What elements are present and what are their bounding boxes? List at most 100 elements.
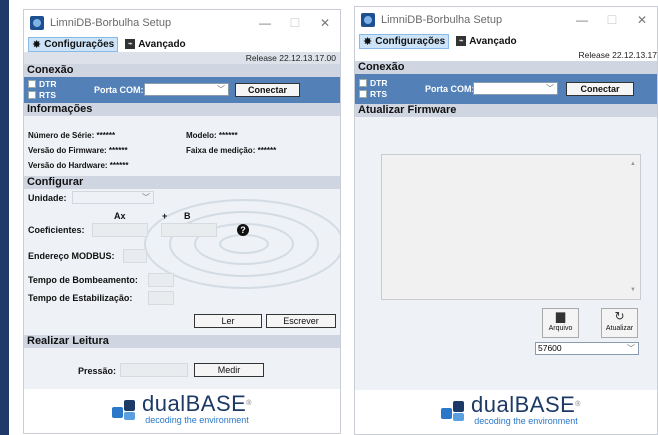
- menu-configuracoes-label: Configurações: [375, 35, 446, 47]
- refresh-icon: ↻: [614, 309, 625, 323]
- modbus-label: Endereço MODBUS:: [28, 251, 115, 261]
- versao-hardware: Versão do Hardware: ******: [28, 161, 129, 170]
- dtr-checkbox[interactable]: [359, 79, 367, 87]
- maximize-icon: ☐: [606, 13, 618, 27]
- porta-com-label: Porta COM:: [425, 84, 475, 94]
- advanced-icon: ⌁: [125, 39, 136, 49]
- logo-tagline: decoding the environment: [145, 415, 249, 425]
- conexao-panel: DTR RTS Porta COM: ﹀ Conectar: [355, 74, 657, 104]
- bombeamento-label: Tempo de Bombeamento:: [28, 275, 138, 285]
- baudrate-select[interactable]: 57600 ﹀: [535, 342, 639, 355]
- modbus-input[interactable]: [123, 249, 147, 263]
- conexao-panel: DTR RTS Porta COM: ﹀ Conectar: [24, 77, 340, 103]
- scroll-up-icon[interactable]: ▲: [630, 161, 636, 167]
- conexao-heading: Conexão: [24, 64, 340, 77]
- atualizar-button[interactable]: ↻ Atualizar: [601, 308, 638, 338]
- coef-b-label: B: [184, 211, 191, 221]
- scroll-down-icon[interactable]: ▼: [630, 287, 636, 293]
- minimize-icon[interactable]: —: [250, 10, 280, 36]
- logo-tagline: decoding the environment: [474, 416, 578, 426]
- app-icon: [30, 16, 44, 30]
- release-version: Release 22.12.13.17.00: [24, 52, 340, 64]
- app-icon: [361, 13, 375, 27]
- rts-checkbox[interactable]: [359, 90, 367, 98]
- conexao-heading: Conexão: [355, 61, 657, 74]
- gear-icon: ✸: [363, 35, 373, 48]
- menu-avancado-label: Avançado: [469, 35, 517, 47]
- dtr-label: DTR: [370, 78, 388, 88]
- menu-configuracoes[interactable]: ✸ Configurações: [28, 36, 119, 52]
- medir-button[interactable]: Medir: [194, 363, 264, 377]
- atualizar-label: Atualizar: [605, 325, 634, 332]
- rts-checkbox[interactable]: [28, 91, 36, 99]
- title-bar[interactable]: LimniDB-Borbulha Setup — ☐ ✕: [355, 7, 657, 33]
- versao-firmware: Versão do Firmware: ******: [28, 146, 128, 155]
- menu-configuracoes[interactable]: ✸ Configurações: [359, 33, 450, 49]
- coef-ax-input[interactable]: [92, 223, 148, 237]
- maximize-icon: ☐: [289, 16, 301, 30]
- configurar-panel: Unidade: ﹀ Ax + B Coeficientes: ? Endere…: [24, 189, 340, 335]
- close-icon[interactable]: ✕: [310, 10, 340, 36]
- coef-ax-label: Ax: [114, 211, 126, 221]
- ler-button[interactable]: Ler: [194, 314, 262, 328]
- menu-avancado-label: Avançado: [138, 38, 186, 50]
- setup-window-config: LimniDB-Borbulha Setup — ☐ ✕ ✸ Configura…: [23, 9, 341, 434]
- arquivo-label: Arquivo: [548, 325, 573, 332]
- chevron-down-icon: ﹀: [546, 84, 554, 93]
- firmware-heading: Atualizar Firmware: [355, 104, 657, 117]
- rts-label: RTS: [370, 89, 387, 99]
- coef-b-input[interactable]: [161, 223, 217, 237]
- firmware-list[interactable]: ▲ ▼: [381, 154, 641, 300]
- escrever-button[interactable]: Escrever: [266, 314, 336, 328]
- dtr-checkbox[interactable]: [28, 80, 36, 88]
- dtr-checkbox-row[interactable]: DTR: [359, 78, 387, 88]
- arquivo-button[interactable]: ▆ Arquivo: [542, 308, 579, 338]
- window-title: LimniDB-Borbulha Setup: [381, 14, 503, 26]
- configurar-heading: Configurar: [24, 176, 340, 189]
- conectar-button[interactable]: Conectar: [235, 83, 300, 97]
- coeficientes-label: Coeficientes:: [28, 225, 85, 235]
- dualbase-logo: dualBASE® decoding the environment: [112, 393, 252, 426]
- informacoes-heading: Informações: [24, 103, 340, 116]
- informacoes-panel: Número de Série: ****** Modelo: ****** V…: [24, 116, 340, 176]
- conectar-button[interactable]: Conectar: [566, 82, 634, 96]
- estabilizacao-label: Tempo de Estabilização:: [28, 293, 133, 303]
- menu-avancado[interactable]: ⌁ Avançado: [122, 37, 188, 52]
- leitura-heading: Realizar Leitura: [24, 335, 340, 348]
- rts-label: RTS: [39, 90, 56, 100]
- water-ripple-decor: [219, 234, 269, 254]
- folder-icon: ▆: [555, 309, 566, 323]
- rts-checkbox-row[interactable]: RTS: [359, 89, 387, 99]
- dualbase-logo-mark: [441, 399, 465, 423]
- faixa-medicao: Faixa de medição: ******: [186, 146, 277, 155]
- unidade-select[interactable]: ﹀: [72, 191, 154, 204]
- release-version: Release 22.12.13.17: [355, 49, 657, 61]
- rts-checkbox-row[interactable]: RTS: [28, 90, 56, 100]
- porta-com-select[interactable]: ﹀: [473, 82, 558, 95]
- bombeamento-input[interactable]: [148, 273, 174, 287]
- advanced-icon: ⌁: [456, 36, 467, 46]
- title-bar[interactable]: LimniDB-Borbulha Setup — ☐ ✕: [24, 10, 340, 36]
- modelo: Modelo: ******: [186, 131, 238, 140]
- setup-window-firmware: LimniDB-Borbulha Setup — ☐ ✕ ✸ Configura…: [354, 6, 658, 435]
- dtr-checkbox-row[interactable]: DTR: [28, 79, 56, 89]
- chevron-down-icon: ﹀: [627, 344, 635, 353]
- dualbase-logo-mark: [112, 398, 136, 422]
- left-edge-gap: [9, 0, 23, 435]
- close-icon[interactable]: ✕: [627, 7, 657, 33]
- logo-name: dualBASE®: [142, 391, 252, 416]
- coef-plus-label: +: [162, 211, 168, 221]
- footer: dualBASE® decoding the environment: [24, 389, 340, 433]
- menu-avancado[interactable]: ⌁ Avançado: [453, 34, 519, 49]
- porta-com-select[interactable]: ﹀: [144, 83, 229, 96]
- footer: dualBASE® decoding the environment: [355, 390, 657, 434]
- dualbase-logo: dualBASE® decoding the environment: [441, 394, 581, 427]
- porta-com-label: Porta COM:: [94, 85, 144, 95]
- chevron-down-icon: ﹀: [142, 193, 150, 202]
- estabilizacao-input[interactable]: [148, 291, 174, 305]
- menu-bar: ✸ Configurações ⌁ Avançado: [355, 33, 657, 49]
- help-icon[interactable]: ?: [237, 224, 249, 236]
- minimize-icon[interactable]: —: [567, 7, 597, 33]
- dtr-label: DTR: [39, 79, 57, 89]
- menu-bar: ✸ Configurações ⌁ Avançado: [24, 36, 340, 52]
